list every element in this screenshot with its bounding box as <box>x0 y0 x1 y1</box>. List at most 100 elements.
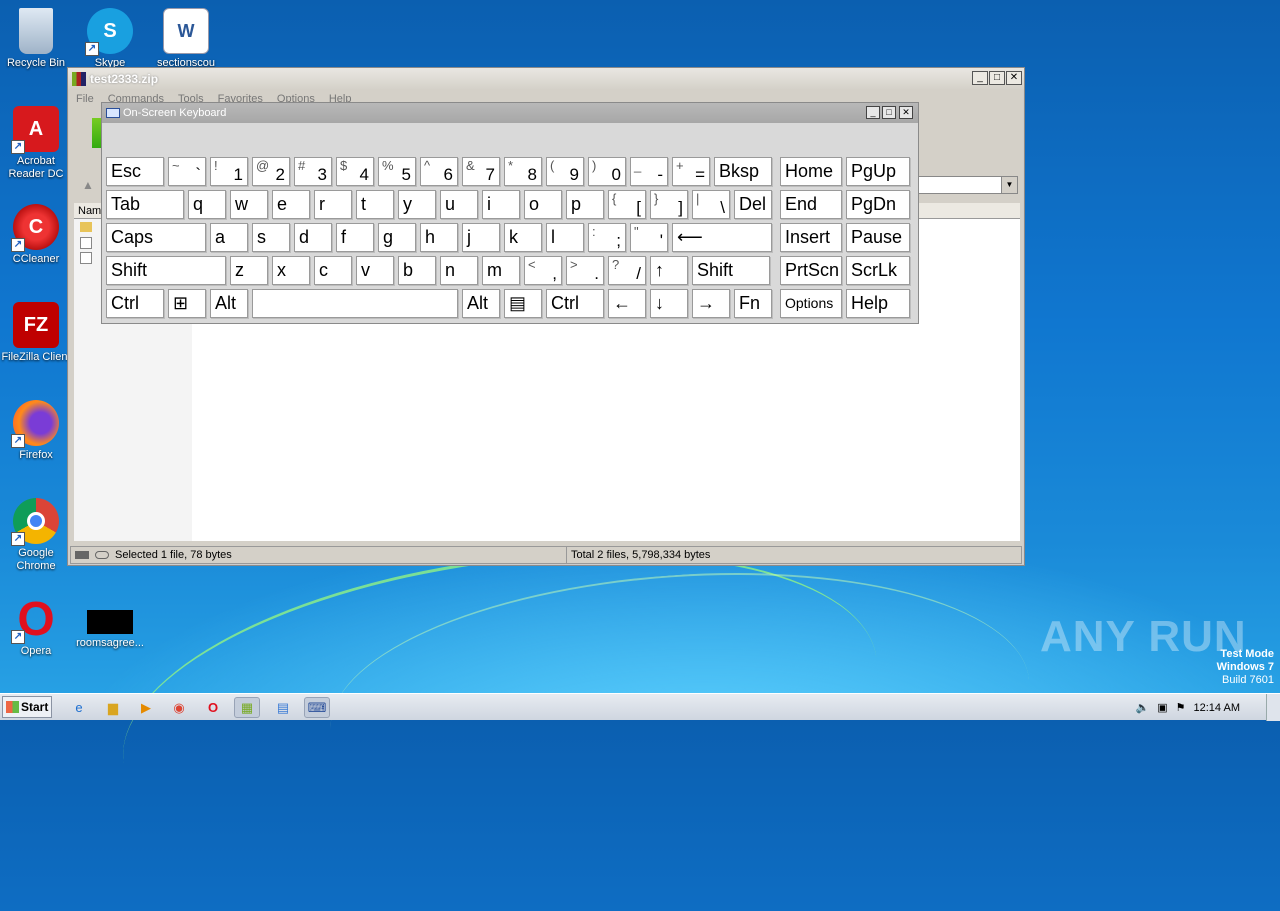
key-t[interactable]: t <box>356 190 394 219</box>
key-Shift[interactable]: Shift <box>692 256 770 285</box>
key-d[interactable]: d <box>294 223 332 252</box>
key-p[interactable]: p <box>566 190 604 219</box>
key-q[interactable]: q <box>188 190 226 219</box>
key-End[interactable]: End <box>780 190 842 219</box>
key-9[interactable]: (9 <box>546 157 584 186</box>
key-o[interactable]: o <box>524 190 562 219</box>
key-s[interactable]: s <box>252 223 290 252</box>
key-l[interactable]: l <box>546 223 584 252</box>
volume-icon[interactable]: 🔈 <box>1136 701 1150 714</box>
key-g[interactable]: g <box>378 223 416 252</box>
key-1[interactable]: ! 1 <box>210 157 248 186</box>
desktop-icon-file[interactable]: roomsagree... <box>72 610 148 650</box>
start-button[interactable]: Start <box>2 696 52 718</box>
osk-titlebar[interactable]: On-Screen Keyboard <box>102 103 918 123</box>
key-z[interactable]: z <box>230 256 268 285</box>
key-f[interactable]: f <box>336 223 374 252</box>
key-3[interactable]: #3 <box>294 157 332 186</box>
key-Pause[interactable]: Pause <box>846 223 910 252</box>
key-c[interactable]: c <box>314 256 352 285</box>
key-Ctrl[interactable]: Ctrl <box>106 289 164 318</box>
desktop-icon-chrome[interactable]: ↗ Google Chrome <box>0 498 74 573</box>
opera-taskbar-icon[interactable]: O <box>200 697 226 718</box>
key-8[interactable]: * 8 <box>504 157 542 186</box>
key-h[interactable]: h <box>420 223 458 252</box>
key-w[interactable]: w <box>230 190 268 219</box>
key-a[interactable]: a <box>210 223 248 252</box>
key-6[interactable]: ^ 6 <box>420 157 458 186</box>
minimize-button[interactable]: _ <box>972 71 988 85</box>
key-Ctrl[interactable]: Ctrl <box>546 289 604 318</box>
key-Shift[interactable]: Shift <box>106 256 226 285</box>
key-▤[interactable]: ▤ <box>504 289 542 318</box>
key-Del[interactable]: Del <box>734 190 772 219</box>
list-item[interactable] <box>80 222 92 236</box>
key-j[interactable]: j <box>462 223 500 252</box>
clock[interactable]: 12:14 AM <box>1194 702 1240 714</box>
key-↓[interactable]: ↓ <box>650 289 688 318</box>
key-PgUp[interactable]: PgUp <box>846 157 910 186</box>
desktop-icon-skype[interactable]: S ↗ Skype <box>72 8 148 70</box>
key-y[interactable]: y <box>398 190 436 219</box>
key--[interactable]: _ - <box>630 157 668 186</box>
archive-window-titlebar[interactable]: test2333.zip <box>68 68 1024 90</box>
key-space[interactable] <box>252 289 458 318</box>
key-2[interactable]: @2 <box>252 157 290 186</box>
winrar-taskbar-icon[interactable]: ▦ <box>234 697 260 718</box>
desktop-icon-recycle-bin[interactable]: Recycle Bin <box>0 8 74 70</box>
key-↑[interactable]: ↑ <box>650 256 688 285</box>
key-0[interactable]: ) 0 <box>588 157 626 186</box>
desktop-icon-ccleaner[interactable]: C ↗ CCleaner <box>0 204 74 266</box>
key-5[interactable]: % 5 <box>378 157 416 186</box>
osk-minimize-button[interactable]: _ <box>866 106 880 119</box>
show-desktop-button[interactable] <box>1266 694 1280 721</box>
key-7[interactable]: & 7 <box>462 157 500 186</box>
key-Insert[interactable]: Insert <box>780 223 842 252</box>
key-x[interactable]: x <box>272 256 310 285</box>
flag-icon[interactable]: ⚑ <box>1176 701 1186 714</box>
key-][interactable]: }] <box>650 190 688 219</box>
key-n[interactable]: n <box>440 256 478 285</box>
key-m[interactable]: m <box>482 256 520 285</box>
menu-file[interactable]: File <box>76 93 94 105</box>
key-Home[interactable]: Home <box>780 157 842 186</box>
maximize-button[interactable]: □ <box>989 71 1005 85</box>
key-←[interactable]: ← <box>608 289 646 318</box>
up-folder-icon[interactable]: ▲ <box>82 178 94 192</box>
desktop-icon-firefox[interactable]: ↗ Firefox <box>0 400 74 462</box>
explorer-icon[interactable]: ▆ <box>100 697 126 718</box>
desktop-icon-acrobat[interactable]: A ↗ Acrobat Reader DC <box>0 106 74 181</box>
key-r[interactable]: r <box>314 190 352 219</box>
key-'[interactable]: " ' <box>630 223 668 252</box>
network-icon[interactable]: ▣ <box>1157 701 1167 714</box>
key-Options[interactable]: Options <box>780 289 842 318</box>
osk-taskbar-icon[interactable]: ⌨ <box>304 697 330 718</box>
key-PrtScn[interactable]: PrtScn <box>780 256 842 285</box>
key-,[interactable]: <, <box>524 256 562 285</box>
key-;[interactable]: :; <box>588 223 626 252</box>
key-Tab[interactable]: Tab <box>106 190 184 219</box>
osk-maximize-button[interactable]: □ <box>882 106 896 119</box>
ie-icon[interactable]: e <box>66 697 92 718</box>
key-→[interactable]: → <box>692 289 730 318</box>
key-e[interactable]: e <box>272 190 310 219</box>
chrome-taskbar-icon[interactable]: ◉ <box>166 697 192 718</box>
notepad-taskbar-icon[interactable]: ▤ <box>270 697 296 718</box>
key-Bksp[interactable]: Bksp <box>714 157 772 186</box>
list-item[interactable] <box>80 252 92 266</box>
desktop-icon-document[interactable]: W sectionscou <box>148 8 224 70</box>
key-PgDn[interactable]: PgDn <box>846 190 910 219</box>
key-Caps[interactable]: Caps <box>106 223 206 252</box>
key-Alt[interactable]: Alt <box>210 289 248 318</box>
key-Fn[interactable]: Fn <box>734 289 772 318</box>
key-Help[interactable]: Help <box>846 289 910 318</box>
key-k[interactable]: k <box>504 223 542 252</box>
close-button[interactable]: ✕ <box>1006 71 1022 85</box>
desktop-icon-opera[interactable]: O ↗ Opera <box>0 595 74 658</box>
list-item[interactable] <box>80 237 92 251</box>
key-v[interactable]: v <box>356 256 394 285</box>
key-/[interactable]: ? / <box>608 256 646 285</box>
key-`[interactable]: ~ ` <box>168 157 206 186</box>
key-4[interactable]: $4 <box>336 157 374 186</box>
osk-close-button[interactable]: ✕ <box>899 106 913 119</box>
